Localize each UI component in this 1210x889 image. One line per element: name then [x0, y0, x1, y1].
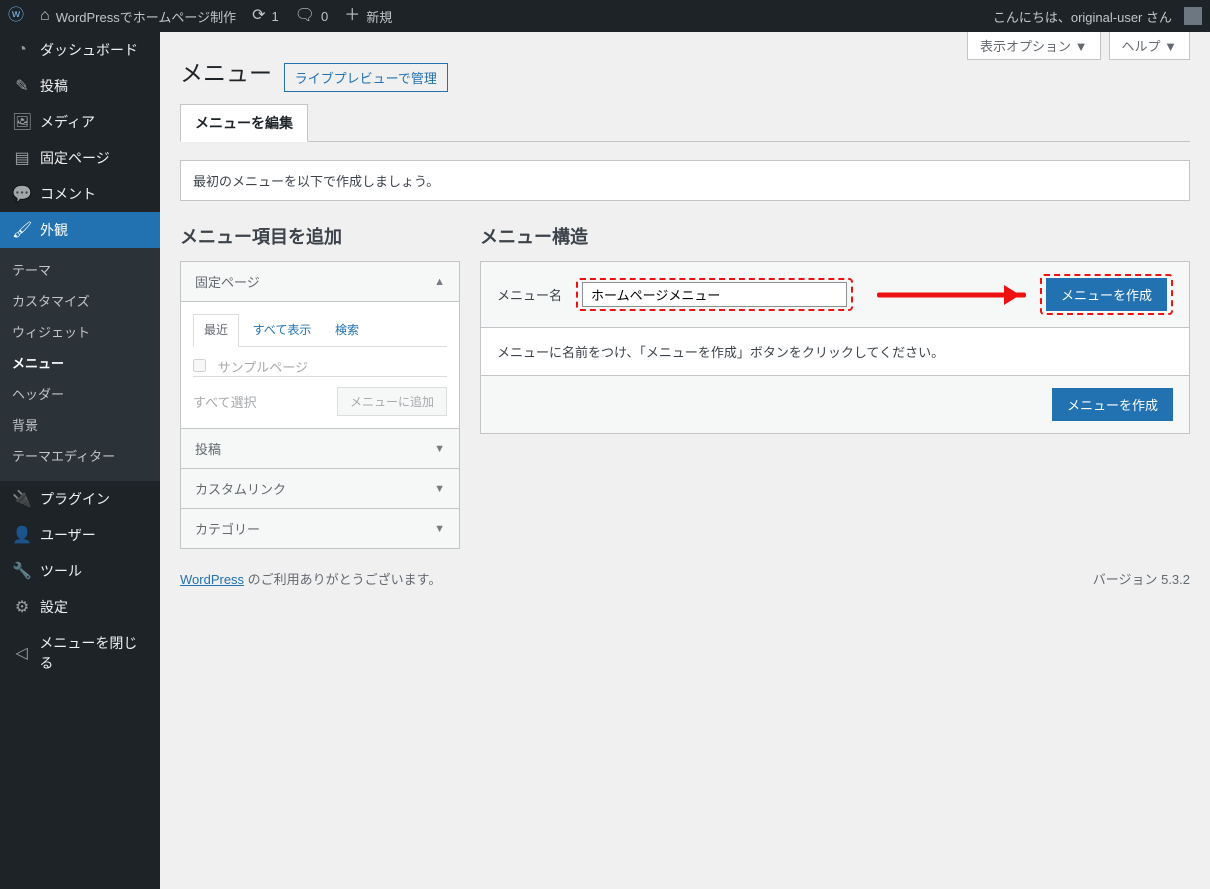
- nav-tab-wrapper: メニューを編集: [180, 104, 1190, 142]
- page-title: メニュー: [180, 54, 272, 88]
- sidebar-item-media[interactable]: 🖼メディア: [0, 104, 160, 140]
- plus-icon: ＋: [344, 8, 360, 24]
- acc-body-pages: 最近 すべて表示 検索 サンプルページ すべて選択 メニューに追加: [181, 301, 459, 428]
- plugin-icon: 🔌: [12, 489, 32, 509]
- panel-header: メニュー名 メニューを作成: [481, 262, 1189, 328]
- subtab-search[interactable]: 検索: [325, 315, 369, 346]
- sub-item-widgets[interactable]: ウィジェット: [0, 316, 160, 347]
- wp-logo[interactable]: ⓦ: [0, 0, 32, 32]
- create-menu-highlight: メニューを作成: [1040, 274, 1173, 315]
- acc-head-categories[interactable]: カテゴリー ▼: [181, 508, 459, 548]
- appearance-submenu: テーマ カスタマイズ ウィジェット メニュー ヘッダー 背景 テーマエディター: [0, 248, 160, 481]
- greeting-text: こんにちは、original-user さん: [993, 7, 1172, 26]
- help-tab[interactable]: ヘルプ ▼: [1109, 32, 1190, 60]
- site-name: WordPressでホームページ制作: [56, 7, 236, 26]
- menu-structure-panel: メニュー名 メニューを作成 メニューに名前をつけ、「メニューを作成」ボタンをクリ…: [480, 261, 1190, 434]
- sidebar-item-users[interactable]: 👤ユーザー: [0, 517, 160, 553]
- acc-head-pages[interactable]: 固定ページ ▲: [181, 262, 459, 301]
- menu-structure-heading: メニュー構造: [480, 223, 1190, 249]
- comments-count: 0: [321, 9, 328, 24]
- create-menu-button-top[interactable]: メニューを作成: [1046, 278, 1167, 311]
- page-icon: ▤: [12, 148, 32, 168]
- new-label: 新規: [366, 7, 392, 26]
- sub-item-background[interactable]: 背景: [0, 409, 160, 440]
- acc-head-posts[interactable]: 投稿 ▼: [181, 428, 459, 468]
- sub-item-theme-editor[interactable]: テーマエディター: [0, 440, 160, 471]
- screen-meta: 表示オプション ▼ ヘルプ ▼: [967, 32, 1190, 60]
- sidebar-item-posts[interactable]: ✎投稿: [0, 68, 160, 104]
- pin-icon: ✎: [12, 76, 32, 96]
- sidebar-item-tools[interactable]: 🔧ツール: [0, 553, 160, 589]
- collapse-icon: ◁: [12, 643, 31, 663]
- menu-name-highlight: [576, 278, 853, 311]
- admin-footer: WordPress のご利用ありがとうございます。 バージョン 5.3.2: [180, 549, 1190, 588]
- panel-instruction: メニューに名前をつけ、「メニューを作成」ボタンをクリックしてください。: [481, 328, 1189, 376]
- wordpress-icon: ⓦ: [8, 8, 24, 24]
- sidebar-item-comments[interactable]: 💬コメント: [0, 176, 160, 212]
- site-name-link[interactable]: ⌂ WordPressでホームページ制作: [32, 0, 244, 32]
- sidebar-item-dashboard[interactable]: ◔ダッシュボード: [0, 32, 160, 68]
- comment-icon: 🗨: [295, 8, 315, 24]
- sub-item-themes[interactable]: テーマ: [0, 254, 160, 285]
- sub-item-header[interactable]: ヘッダー: [0, 378, 160, 409]
- pages-subtabs: 最近 すべて表示 検索: [193, 314, 447, 347]
- add-menu-items-heading: メニュー項目を追加: [180, 223, 460, 249]
- menu-items-accordion: 固定ページ ▲ 最近 すべて表示 検索 サンプルページ: [180, 261, 460, 549]
- tools-icon: 🔧: [12, 561, 32, 581]
- sub-item-menus[interactable]: メニュー: [0, 347, 160, 378]
- updates-link[interactable]: ⟳ 1: [244, 0, 287, 32]
- sidebar-collapse[interactable]: ◁メニューを閉じる: [0, 625, 160, 681]
- sidebar-item-pages[interactable]: ▤固定ページ: [0, 140, 160, 176]
- subtab-all[interactable]: すべて表示: [243, 315, 322, 346]
- main-content: 表示オプション ▼ ヘルプ ▼ メニュー ライブプレビューで管理 メニューを編集…: [160, 32, 1210, 889]
- add-to-menu-button[interactable]: メニューに追加: [337, 387, 447, 416]
- sidebar-item-plugins[interactable]: 🔌プラグイン: [0, 481, 160, 517]
- caret-down-icon: ▼: [434, 443, 445, 455]
- create-menu-button-bottom[interactable]: メニューを作成: [1052, 388, 1173, 421]
- sample-page-checkbox[interactable]: [193, 359, 206, 372]
- media-icon: 🖼: [12, 112, 32, 132]
- comments-link[interactable]: 🗨 0: [287, 0, 337, 32]
- user-greeting[interactable]: こんにちは、original-user さん: [985, 0, 1210, 32]
- update-icon: ⟳: [252, 8, 265, 24]
- caret-down-icon: ▼: [434, 523, 445, 535]
- sample-page-row[interactable]: サンプルページ: [193, 356, 308, 389]
- avatar: [1184, 7, 1202, 25]
- screen-options-tab[interactable]: 表示オプション ▼: [967, 32, 1100, 60]
- settings-icon: ⚙: [12, 597, 32, 617]
- menu-name-input[interactable]: [582, 282, 847, 307]
- caret-up-icon: ▲: [434, 276, 445, 288]
- annotation-arrow: [867, 285, 1026, 305]
- new-content-link[interactable]: ＋ 新規: [336, 0, 400, 32]
- sidebar-item-appearance[interactable]: 🖌外観: [0, 212, 160, 248]
- sub-item-customize[interactable]: カスタマイズ: [0, 285, 160, 316]
- wordpress-link[interactable]: WordPress: [180, 572, 244, 587]
- footer-version: バージョン 5.3.2: [1093, 569, 1190, 588]
- footer-thanks: WordPress のご利用ありがとうございます。: [180, 569, 441, 588]
- admin-top-bar: ⓦ ⌂ WordPressでホームページ制作 ⟳ 1 🗨 0 ＋ 新規 こんにち…: [0, 0, 1210, 32]
- subtab-recent[interactable]: 最近: [193, 314, 239, 347]
- users-icon: 👤: [12, 525, 32, 545]
- dashboard-icon: ◔: [12, 41, 32, 59]
- manage-with-live-preview-button[interactable]: ライブプレビューで管理: [284, 63, 448, 92]
- panel-footer: メニューを作成: [481, 376, 1189, 433]
- sidebar-item-settings[interactable]: ⚙設定: [0, 589, 160, 625]
- first-menu-notice: 最初のメニューを以下で作成しましょう。: [180, 160, 1190, 201]
- admin-sidebar: ◔ダッシュボード ✎投稿 🖼メディア ▤固定ページ 💬コメント 🖌外観 テーマ …: [0, 32, 160, 889]
- caret-down-icon: ▼: [434, 483, 445, 495]
- acc-head-custom-links[interactable]: カスタムリンク ▼: [181, 468, 459, 508]
- select-all-link[interactable]: すべて選択: [193, 392, 257, 411]
- updates-count: 1: [272, 9, 279, 24]
- menu-name-label: メニュー名: [497, 285, 562, 304]
- tab-edit-menus[interactable]: メニューを編集: [180, 104, 308, 142]
- comment-icon: 💬: [12, 184, 32, 204]
- home-icon: ⌂: [40, 8, 50, 24]
- brush-icon: 🖌: [12, 220, 32, 240]
